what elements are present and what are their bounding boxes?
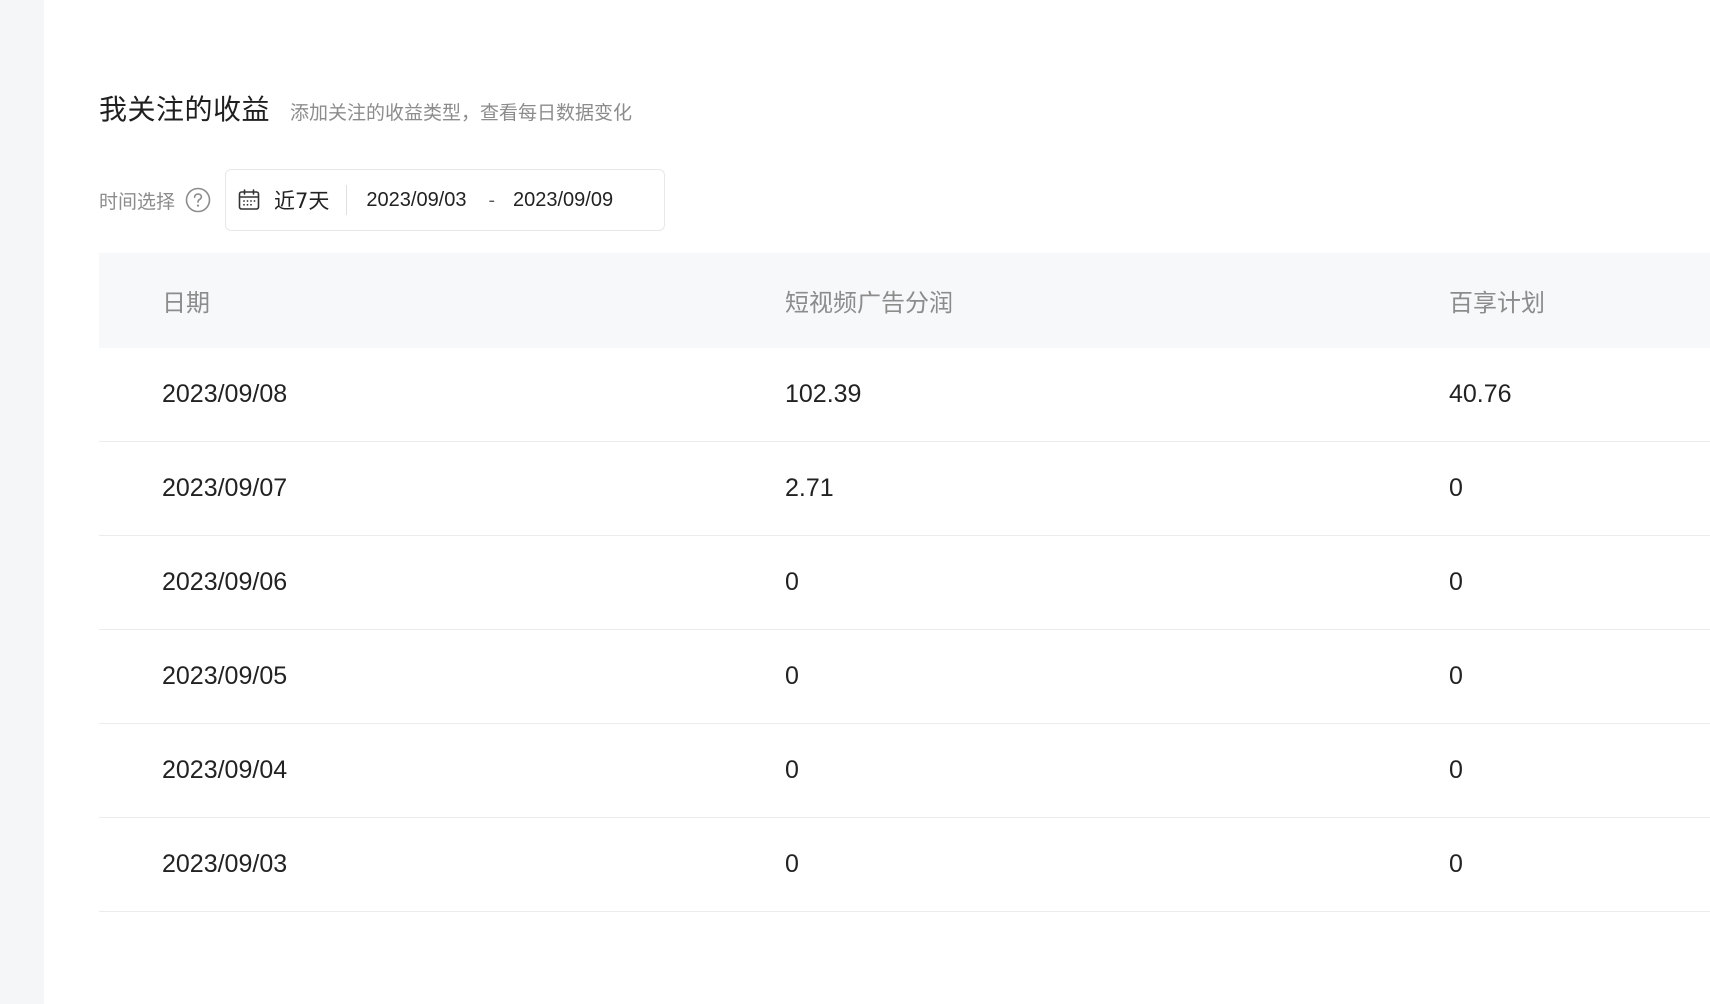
section-title: 我关注的收益 <box>99 93 271 126</box>
cell-baixiang-plan: 0 <box>1449 662 1463 690</box>
cell-date: 2023/09/04 <box>162 756 288 784</box>
cell-date: 2023/09/05 <box>162 662 288 690</box>
start-date[interactable]: 2023/09/03 <box>366 189 466 212</box>
cell-short-video-ad-share: 0 <box>785 850 799 878</box>
date-range-picker[interactable]: 近7天 2023/09/03 - 2023/09/09 <box>225 169 666 231</box>
section-header: 我关注的收益 添加关注的收益类型，查看每日数据变化 <box>99 88 632 128</box>
cell-baixiang-plan: 0 <box>1449 568 1463 596</box>
column-header-date: 日期 <box>162 289 210 317</box>
cell-baixiang-plan: 40.76 <box>1449 380 1512 408</box>
question-circle-icon[interactable] <box>185 187 211 213</box>
end-date[interactable]: 2023/09/09 <box>513 189 613 212</box>
cell-short-video-ad-share: 0 <box>785 756 799 784</box>
range-separator: - <box>488 189 496 211</box>
table-row: 2023/09/05 0 0 <box>99 630 1710 724</box>
time-filter: 时间选择 近7天 2023/09/03 - 2023/09/09 <box>99 169 666 231</box>
cell-date: 2023/09/06 <box>162 568 288 596</box>
cell-baixiang-plan: 0 <box>1449 474 1463 502</box>
cell-short-video-ad-share: 0 <box>785 568 799 596</box>
table-row: 2023/09/08 102.39 40.76 <box>99 348 1710 442</box>
cell-baixiang-plan: 0 <box>1449 850 1463 878</box>
picker-divider <box>346 185 348 215</box>
table-row: 2023/09/07 2.71 0 <box>99 442 1710 536</box>
left-rail <box>0 0 44 1004</box>
table-row: 2023/09/04 0 0 <box>99 724 1710 818</box>
earnings-table: 日期 短视频广告分润 百享计划 2023/09/08 102.39 40.76 … <box>99 253 1710 912</box>
calendar-icon <box>236 187 262 213</box>
column-header-short-video-ad-share: 短视频广告分润 <box>785 289 953 317</box>
main-content: 我关注的收益 添加关注的收益类型，查看每日数据变化 时间选择 近7天 2023/… <box>44 0 1710 1004</box>
cell-date: 2023/09/03 <box>162 850 288 878</box>
cell-baixiang-plan: 0 <box>1449 756 1463 784</box>
cell-date: 2023/09/07 <box>162 474 288 502</box>
cell-short-video-ad-share: 0 <box>785 662 799 690</box>
column-header-baixiang-plan: 百享计划 <box>1449 289 1545 317</box>
table-row: 2023/09/03 0 0 <box>99 818 1710 912</box>
time-filter-label: 时间选择 <box>99 190 176 213</box>
cell-short-video-ad-share: 102.39 <box>785 380 862 408</box>
cell-short-video-ad-share: 2.71 <box>785 474 834 502</box>
section-subtitle: 添加关注的收益类型，查看每日数据变化 <box>290 102 633 124</box>
cell-date: 2023/09/08 <box>162 380 288 408</box>
table-header: 日期 短视频广告分润 百享计划 <box>99 253 1710 348</box>
date-preset[interactable]: 近7天 <box>274 185 329 215</box>
table-row: 2023/09/06 0 0 <box>99 536 1710 630</box>
